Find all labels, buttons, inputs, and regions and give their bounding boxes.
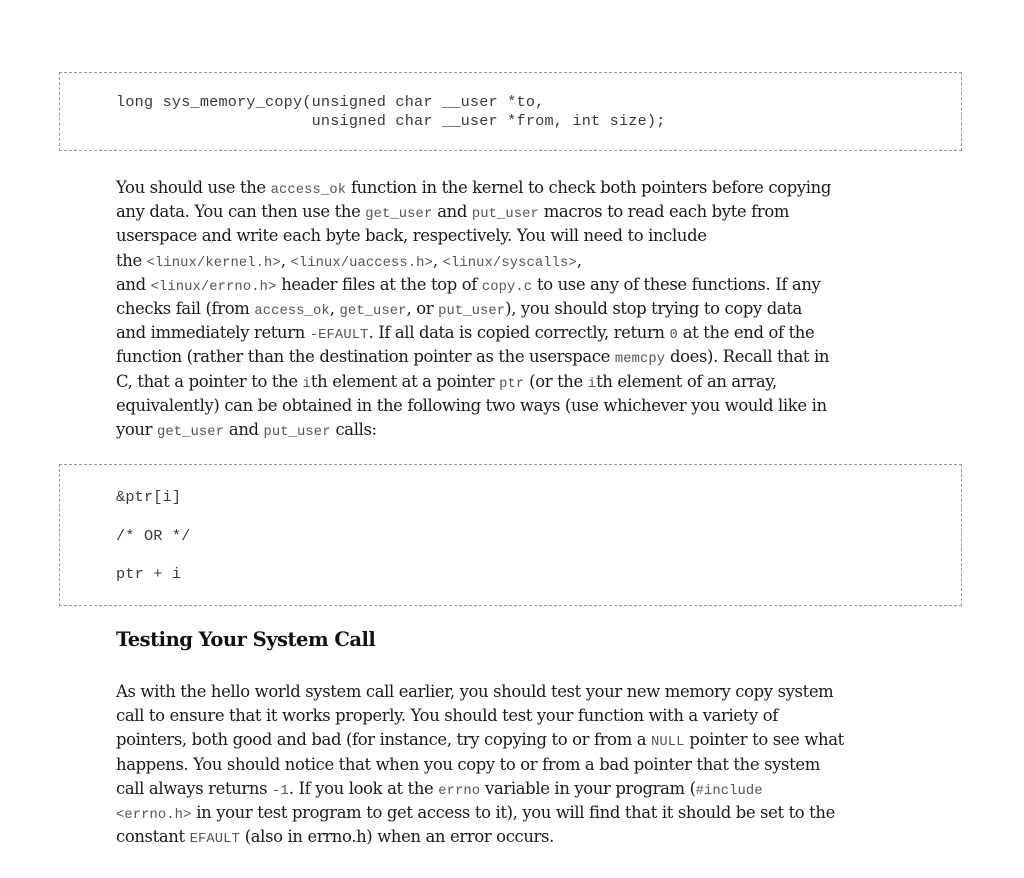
prose-text: calls: — [330, 419, 377, 439]
inline-code: ptr — [499, 376, 525, 392]
text-line: <errno.h> in your test program to get ac… — [116, 801, 916, 825]
inline-code: put_user — [471, 207, 539, 223]
text-line: C, that a pointer to the ith element at … — [116, 370, 916, 394]
text-line: As with the hello world system call earl… — [116, 680, 916, 704]
prose-text: the — [116, 250, 147, 270]
inline-code: access_ok — [270, 183, 347, 198]
inline-code: get_user — [365, 207, 433, 223]
prose-text: equivalently) can be obtained in the fol… — [116, 395, 827, 415]
prose-text: , — [432, 250, 443, 270]
text-line: call to ensure that it works properly. Y… — [116, 704, 916, 728]
prose-text: header files at the top of — [276, 274, 482, 294]
pointer-example-code-block: &ptr[i] /* OR */ ptr + i — [59, 464, 962, 606]
code-line: &ptr[i] — [116, 488, 182, 506]
inline-code: i — [587, 376, 597, 392]
inline-code: <linux/syscalls> — [442, 255, 577, 271]
inline-code: <linux/errno.h> — [150, 279, 277, 295]
inline-code: -EFAULT — [309, 328, 369, 344]
text-line: and immediately return -EFAULT. If all d… — [116, 321, 916, 345]
prose-text: ), you should stop trying to copy data — [505, 298, 802, 318]
text-line: any data. You can then use the get_user … — [116, 200, 916, 224]
inline-code: <errno.h> — [116, 807, 192, 823]
prose-text: th element at a pointer — [310, 371, 500, 391]
prose-text: checks fail (from — [116, 298, 255, 318]
prose-text: constant — [116, 827, 190, 847]
prose-text: function (rather than the destination po… — [116, 347, 615, 367]
code-line: ptr + i — [116, 565, 182, 583]
prose-text: (or the — [524, 371, 588, 391]
text-line: constant EFAULT (also in errno.h) when a… — [116, 825, 916, 849]
prose-text: function in the kernel to check both poi… — [346, 178, 831, 197]
prose-text: , — [280, 250, 291, 270]
prose-text: any data. You can then use the — [116, 202, 366, 222]
text-line: userspace and write each byte back, resp… — [116, 224, 916, 248]
prose-text: As with the hello world system call earl… — [116, 682, 834, 701]
inline-code: put_user — [263, 424, 331, 440]
text-line: the <linux/kernel.h>, <linux/uaccess.h>,… — [116, 249, 916, 273]
prose-text: variable in your program ( — [480, 778, 696, 798]
inline-code: i — [302, 376, 311, 392]
prose-text: call always returns — [116, 778, 273, 798]
code-line: unsigned char __user *from, int size); — [116, 112, 666, 130]
inline-code: get_user — [339, 303, 407, 319]
prose-text: and immediately return — [116, 323, 310, 343]
text-line: your get_user and put_user calls: — [116, 418, 916, 442]
inline-code: #include — [695, 783, 763, 799]
inline-code: errno — [438, 783, 481, 799]
prose-text: pointers, both good and bad (for instanc… — [116, 730, 652, 750]
text-line: function (rather than the destination po… — [116, 345, 916, 369]
prose-text: to use any of these functions. If any — [532, 274, 821, 294]
inline-code: -1 — [272, 783, 289, 799]
text-line: You should use the access_ok function in… — [116, 176, 916, 200]
code-line: /* OR */ — [116, 527, 191, 545]
prose-text: , — [576, 250, 582, 270]
testing-paragraph: As with the hello world system call earl… — [116, 680, 916, 849]
inline-code: NULL — [651, 735, 685, 751]
prose-text: . If you look at the — [288, 778, 439, 798]
inline-code: <linux/kernel.h> — [146, 255, 281, 271]
inline-code: get_user — [156, 424, 225, 440]
text-line: pointers, both good and bad (for instanc… — [116, 728, 916, 752]
text-line: call always returns -1. If you look at t… — [116, 777, 916, 801]
prose-text: and — [224, 419, 264, 439]
prose-text: , or — [406, 298, 439, 318]
prose-text: (also in errno.h) when an error occurs. — [239, 827, 555, 847]
code-line: long sys_memory_copy(unsigned char __use… — [116, 93, 545, 111]
prose-text: at the end of the — [677, 323, 815, 343]
prose-text: pointer to see what — [684, 730, 844, 750]
inline-code: EFAULT — [189, 832, 240, 848]
text-line: checks fail (from access_ok, get_user, o… — [116, 297, 916, 321]
prose-text: and — [116, 274, 151, 294]
inline-code: <linux/uaccess.h> — [290, 255, 433, 271]
inline-code: put_user — [438, 303, 506, 319]
prose-text: . If all data is copied correctly, retur… — [368, 323, 670, 343]
prose-text: in your test program to get access to it… — [191, 802, 835, 822]
prose-text: macros to read each byte from — [538, 202, 790, 222]
prose-text: happens. You should notice that when you… — [116, 754, 820, 774]
inline-code: memcpy — [614, 352, 666, 368]
text-line: and <linux/errno.h> header files at the … — [116, 273, 916, 297]
prose-text: C, that a pointer to the — [116, 371, 303, 391]
prose-text: call to ensure that it works properly. Y… — [116, 706, 779, 726]
prose-text: your — [116, 419, 157, 439]
prose-text: userspace and write each byte back, resp… — [116, 226, 707, 246]
section-heading: Testing Your System Call — [116, 628, 376, 651]
instructions-paragraph: You should use the access_ok function in… — [116, 176, 916, 442]
text-line: equivalently) can be obtained in the fol… — [116, 394, 916, 418]
inline-code: 0 — [669, 328, 678, 344]
function-signature-code-block: long sys_memory_copy(unsigned char __use… — [59, 72, 962, 151]
prose-text: does). Recall that in — [665, 347, 830, 367]
inline-code: copy.c — [481, 279, 533, 295]
prose-text: You should use the — [116, 178, 271, 197]
text-line: happens. You should notice that when you… — [116, 753, 916, 777]
inline-code: access_ok — [254, 303, 330, 319]
prose-text: and — [432, 202, 472, 222]
prose-text: th element of an array, — [596, 371, 777, 391]
